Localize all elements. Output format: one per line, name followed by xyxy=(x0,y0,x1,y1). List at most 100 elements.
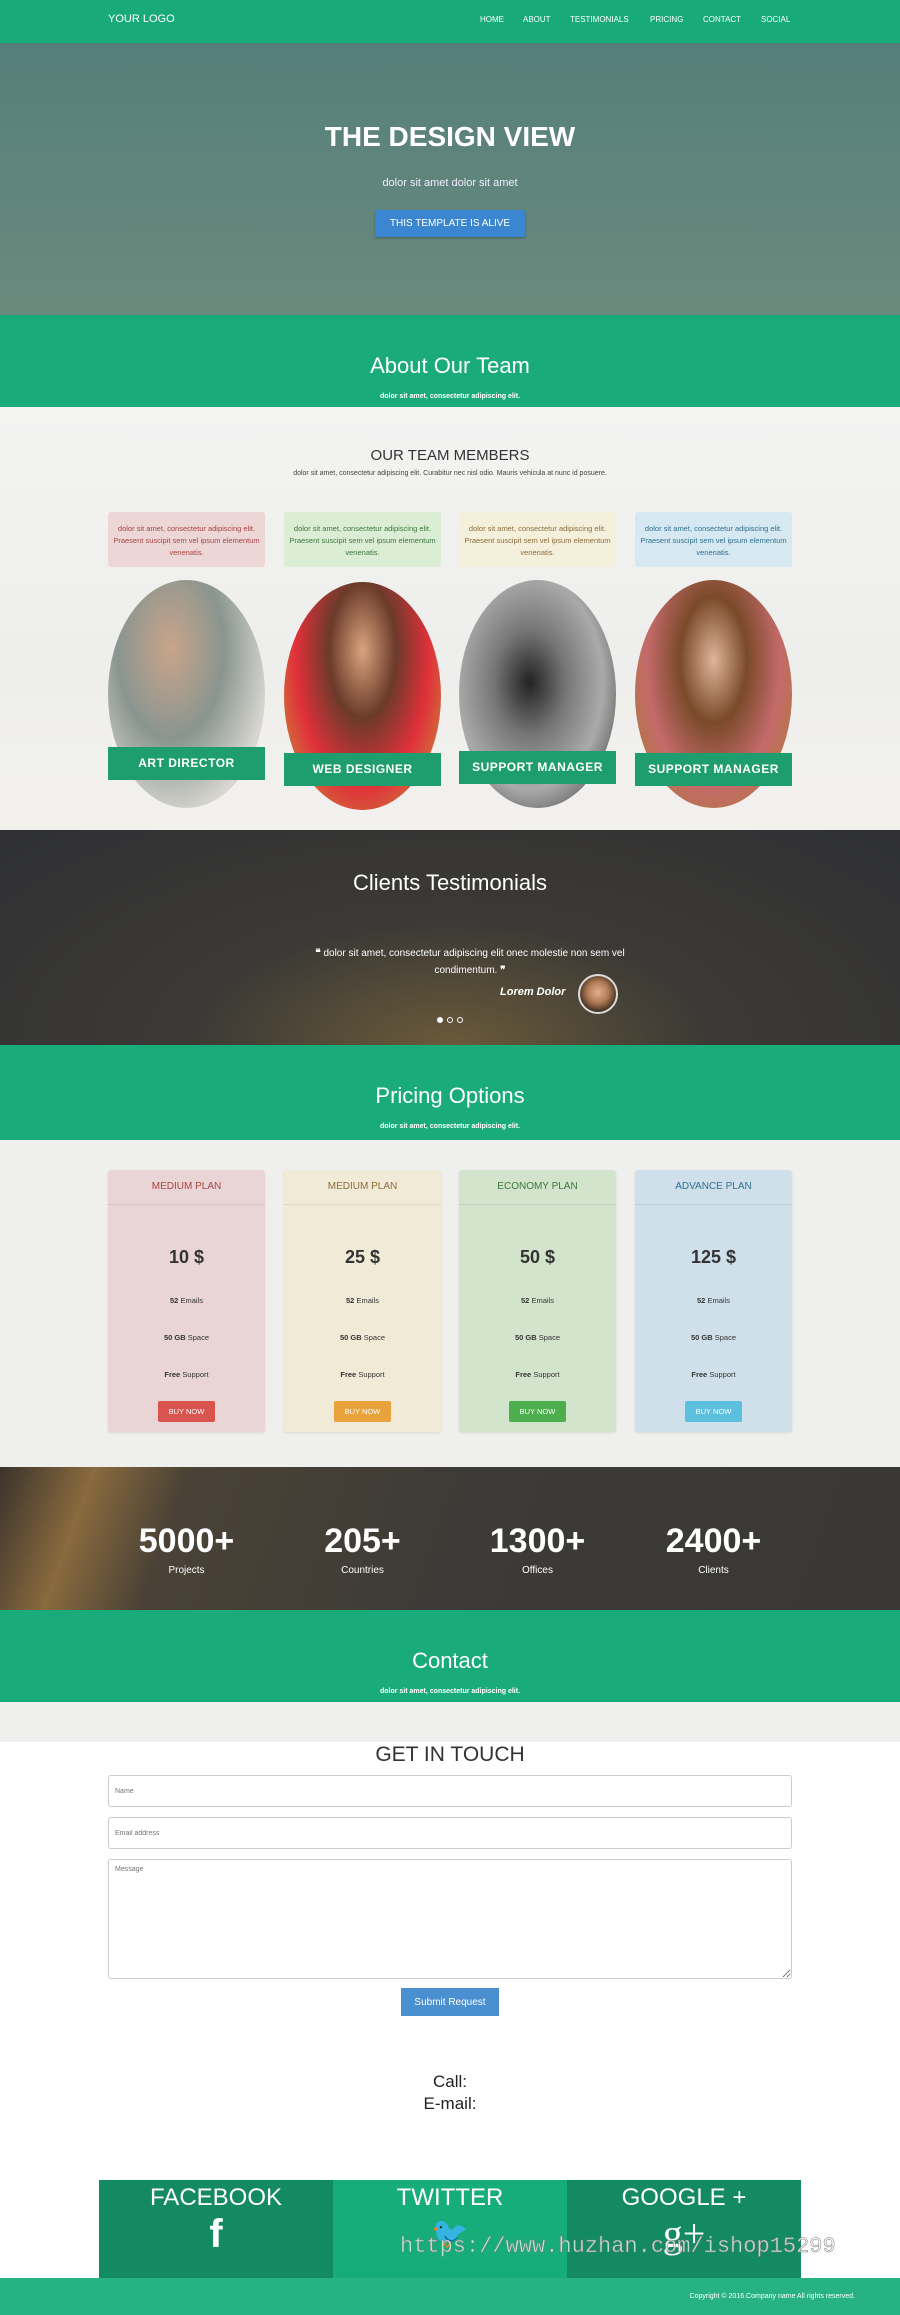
facebook-icon: f xyxy=(209,2212,223,2256)
feature-label: Space xyxy=(714,1333,737,1342)
facebook-label: FACEBOOK xyxy=(149,2184,283,2211)
feature-label: Space xyxy=(538,1333,561,1342)
contact-band: Contact dolor sit amet, consectetur adip… xyxy=(0,1610,900,1702)
stat-countries: 205+ Countries xyxy=(284,1522,441,1576)
google-plus-link[interactable]: GOOGLE + g+ xyxy=(567,2180,801,2278)
plan-feature-space: 50 GB Space xyxy=(635,1333,792,1342)
pricing-section: MEDIUM PLAN 10 $ 52 Emails 50 GB Space F… xyxy=(0,1140,900,1467)
plan-price: 50 $ xyxy=(519,1247,556,1267)
feature-label: Space xyxy=(363,1333,386,1342)
buy-now-button[interactable]: BUY NOW xyxy=(334,1401,391,1422)
plan-feature-support: Free Support xyxy=(635,1370,792,1379)
quote-close-icon: ❞ xyxy=(497,965,506,976)
pricing-card: MEDIUM PLAN 10 $ 52 Emails 50 GB Space F… xyxy=(108,1170,265,1432)
buy-now-button[interactable]: BUY NOW xyxy=(509,1401,566,1422)
feature-value: 52 xyxy=(346,1296,355,1305)
plan-name: ADVANCE PLAN xyxy=(635,1170,792,1205)
pricing-title: Pricing Options xyxy=(375,1083,525,1108)
feature-value: Free xyxy=(340,1370,357,1379)
plan-name: ECONOMY PLAN xyxy=(459,1170,616,1205)
form-title: GET IN TOUCH xyxy=(375,1743,525,1766)
pricing-subtitle: dolor sit amet, consectetur adipiscing e… xyxy=(379,1123,521,1130)
name-input[interactable] xyxy=(108,1775,792,1807)
feature-value: Free xyxy=(164,1370,181,1379)
team-member-role: ART DIRECTOR xyxy=(108,747,265,780)
stat-projects: 5000+ Projects xyxy=(108,1522,265,1576)
email-label: E-mail: xyxy=(423,2094,477,2113)
testimonial-author: Lorem Dolor xyxy=(500,986,566,998)
nav-contact[interactable]: CONTACT xyxy=(703,15,741,24)
carousel-dot-active[interactable] xyxy=(437,1017,443,1023)
nav-about[interactable]: ABOUT xyxy=(523,15,551,24)
stat-label: Projects xyxy=(168,1565,205,1576)
feature-value: 50 GB xyxy=(514,1333,537,1342)
team-member-bio: dolor sit amet, consectetur adipiscing e… xyxy=(108,512,265,567)
testimonials-title: Clients Testimonials xyxy=(352,870,547,895)
plan-feature-emails: 52 Emails xyxy=(108,1296,265,1305)
feature-label: Support xyxy=(182,1370,209,1379)
nav-home[interactable]: HOME xyxy=(480,15,504,24)
hero-subtitle: dolor sit amet dolor sit amet xyxy=(382,177,518,189)
call-label: Call: xyxy=(432,2072,467,2091)
testimonials-section: Clients Testimonials ❝ dolor sit amet, c… xyxy=(0,830,900,1045)
plan-feature-emails: 52 Emails xyxy=(635,1296,792,1305)
plan-feature-space: 50 GB Space xyxy=(108,1333,265,1342)
about-title: About Our Team xyxy=(370,353,530,378)
about-subtitle: dolor sit amet, consectetur adipiscing e… xyxy=(379,393,521,400)
team-member-role: SUPPORT MANAGER xyxy=(635,753,792,786)
stat-clients: 2400+ Clients xyxy=(635,1522,792,1576)
carousel-dot[interactable] xyxy=(447,1017,453,1023)
pricing-band: Pricing Options dolor sit amet, consecte… xyxy=(0,1045,900,1140)
contact-title: Contact xyxy=(412,1648,488,1673)
author-avatar xyxy=(578,974,618,1014)
facebook-link[interactable]: FACEBOOK f xyxy=(99,2180,333,2278)
nav-social[interactable]: SOCIAL xyxy=(761,15,790,24)
buy-now-button[interactable]: BUY NOW xyxy=(158,1401,215,1422)
team-subtitle: dolor sit amet, consectetur adipiscing e… xyxy=(293,470,607,477)
team-title: OUR TEAM MEMBERS xyxy=(370,447,530,464)
feature-value: 52 xyxy=(521,1296,530,1305)
message-textarea[interactable] xyxy=(108,1859,792,1979)
plan-price: 125 $ xyxy=(690,1247,737,1267)
plan-feature-space: 50 GB Space xyxy=(459,1333,616,1342)
feature-label: Emails xyxy=(180,1296,203,1305)
feature-value: Free xyxy=(515,1370,532,1379)
feature-label: Support xyxy=(533,1370,560,1379)
stat-value: 5000+ xyxy=(138,1522,235,1560)
plan-feature-emails: 52 Emails xyxy=(459,1296,616,1305)
carousel-dot[interactable] xyxy=(457,1017,463,1023)
feature-label: Space xyxy=(187,1333,210,1342)
team-member-bio: dolor sit amet, consectetur adipiscing e… xyxy=(459,512,616,567)
nav-pricing[interactable]: PRICING xyxy=(650,15,683,24)
team-member-bio: dolor sit amet, consectetur adipiscing e… xyxy=(635,512,792,567)
logo[interactable]: YOUR LOGO xyxy=(108,13,175,25)
pricing-card: ADVANCE PLAN 125 $ 52 Emails 50 GB Space… xyxy=(635,1170,792,1432)
stat-label: Offices xyxy=(522,1565,553,1576)
team-member-role: SUPPORT MANAGER xyxy=(459,751,616,784)
top-navbar: YOUR LOGO HOME ABOUT TESTIMONIALS PRICIN… xyxy=(0,0,900,43)
feature-value: 52 xyxy=(170,1296,179,1305)
stat-label: Clients xyxy=(698,1565,729,1576)
feature-value: 50 GB xyxy=(690,1333,713,1342)
stat-label: Countries xyxy=(341,1565,384,1576)
plan-feature-support: Free Support xyxy=(284,1370,441,1379)
buy-now-button[interactable]: BUY NOW xyxy=(685,1401,742,1422)
hero-title: THE DESIGN VIEW xyxy=(324,121,576,152)
watermark: https://www.huzhan.com/ishop15299 xyxy=(400,2234,836,2260)
submit-button[interactable]: Submit Request xyxy=(401,1988,499,2016)
team-member-bio: dolor sit amet, consectetur adipiscing e… xyxy=(284,512,441,567)
stat-offices: 1300+ Offices xyxy=(459,1522,616,1576)
plan-name: MEDIUM PLAN xyxy=(108,1170,265,1205)
email-input[interactable] xyxy=(108,1817,792,1849)
feature-value: 50 GB xyxy=(163,1333,186,1342)
hero-cta-button[interactable]: THIS TEMPLATE IS ALIVE xyxy=(375,210,525,237)
about-band: About Our Team dolor sit amet, consectet… xyxy=(0,315,900,407)
plan-price: 10 $ xyxy=(168,1247,205,1267)
team-section: OUR TEAM MEMBERS dolor sit amet, consect… xyxy=(0,407,900,830)
quote-text: dolor sit amet, consectetur adipiscing e… xyxy=(323,948,625,976)
plan-price: 25 $ xyxy=(344,1247,381,1267)
nav-testimonials[interactable]: TESTIMONIALS xyxy=(570,15,629,24)
twitter-link[interactable]: TWITTER 🐦 xyxy=(333,2180,567,2278)
feature-label: Emails xyxy=(707,1296,730,1305)
plan-feature-emails: 52 Emails xyxy=(284,1296,441,1305)
